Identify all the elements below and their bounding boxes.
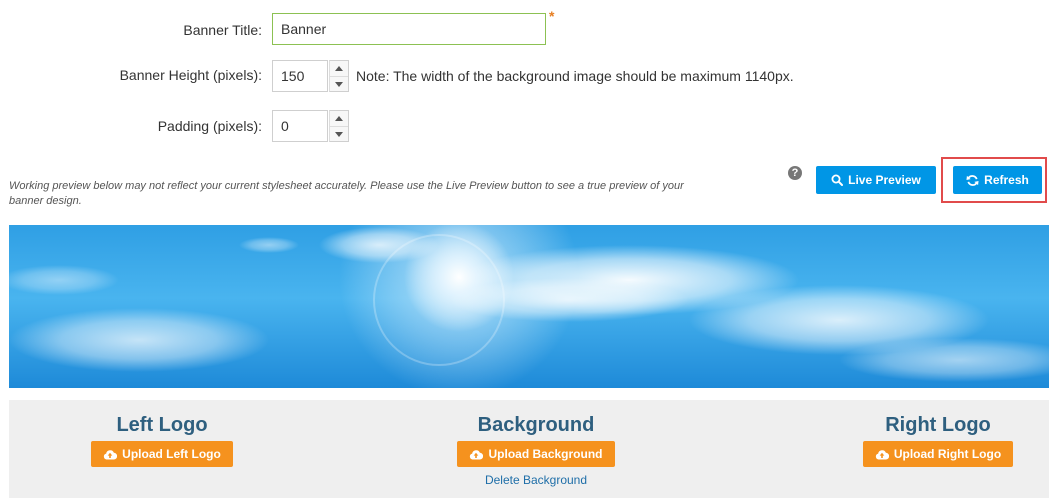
refresh-button[interactable]: Refresh bbox=[953, 166, 1042, 194]
banner-title-label: Banner Title: bbox=[183, 22, 262, 38]
banner-height-note: Note: The width of the background image … bbox=[356, 68, 794, 84]
upload-left-logo-label: Upload Left Logo bbox=[122, 447, 221, 461]
upload-right-logo-label: Upload Right Logo bbox=[893, 447, 1002, 461]
delete-background-link[interactable]: Delete Background bbox=[416, 473, 656, 487]
background-title: Background bbox=[477, 414, 595, 436]
arrow-up-icon bbox=[335, 116, 343, 121]
banner-title-input[interactable] bbox=[272, 13, 546, 45]
left-logo-section: Left Logo Upload Left Logo bbox=[42, 414, 282, 467]
padding-label: Padding (pixels): bbox=[157, 118, 262, 134]
upload-background-button[interactable]: Upload Background bbox=[457, 441, 615, 467]
decrement-button[interactable] bbox=[330, 127, 348, 142]
right-logo-section: Right Logo Upload Right Logo bbox=[818, 414, 1049, 467]
sky-clouds-image bbox=[9, 225, 1049, 388]
live-preview-label: Live Preview bbox=[848, 173, 921, 187]
background-section: Background Upload Background Delete Back… bbox=[416, 414, 656, 487]
banner-height-label: Banner Height (pixels): bbox=[119, 67, 262, 83]
right-logo-title: Right Logo bbox=[885, 414, 991, 436]
live-preview-button[interactable]: Live Preview bbox=[816, 166, 936, 194]
preview-warning: Working preview below may not reflect yo… bbox=[9, 180, 684, 207]
left-logo-title: Left Logo bbox=[116, 414, 208, 436]
refresh-label: Refresh bbox=[984, 173, 1029, 187]
upload-right-logo-button[interactable]: Upload Right Logo bbox=[862, 441, 1014, 467]
cloud-upload-icon bbox=[875, 449, 889, 460]
help-icon[interactable]: ? bbox=[788, 166, 802, 180]
arrow-down-icon bbox=[335, 82, 343, 87]
cloud-upload-icon bbox=[470, 449, 484, 460]
decrement-button[interactable] bbox=[330, 77, 348, 92]
padding-stepper[interactable] bbox=[329, 110, 349, 142]
banner-height-input[interactable] bbox=[272, 60, 328, 92]
upload-background-label: Upload Background bbox=[488, 447, 603, 461]
banner-preview-image bbox=[9, 225, 1049, 388]
refresh-icon bbox=[966, 174, 979, 186]
padding-input[interactable] bbox=[272, 110, 328, 142]
logo-panel: Left Logo Upload Left Logo Background Up… bbox=[9, 400, 1049, 498]
cloud-upload-icon bbox=[104, 449, 118, 460]
search-icon bbox=[831, 174, 844, 186]
banner-height-stepper[interactable] bbox=[329, 60, 349, 92]
arrow-up-icon bbox=[335, 66, 343, 71]
required-marker: * bbox=[549, 8, 555, 24]
arrow-down-icon bbox=[335, 132, 343, 137]
increment-button[interactable] bbox=[330, 61, 348, 77]
increment-button[interactable] bbox=[330, 111, 348, 127]
upload-left-logo-button[interactable]: Upload Left Logo bbox=[91, 441, 233, 467]
